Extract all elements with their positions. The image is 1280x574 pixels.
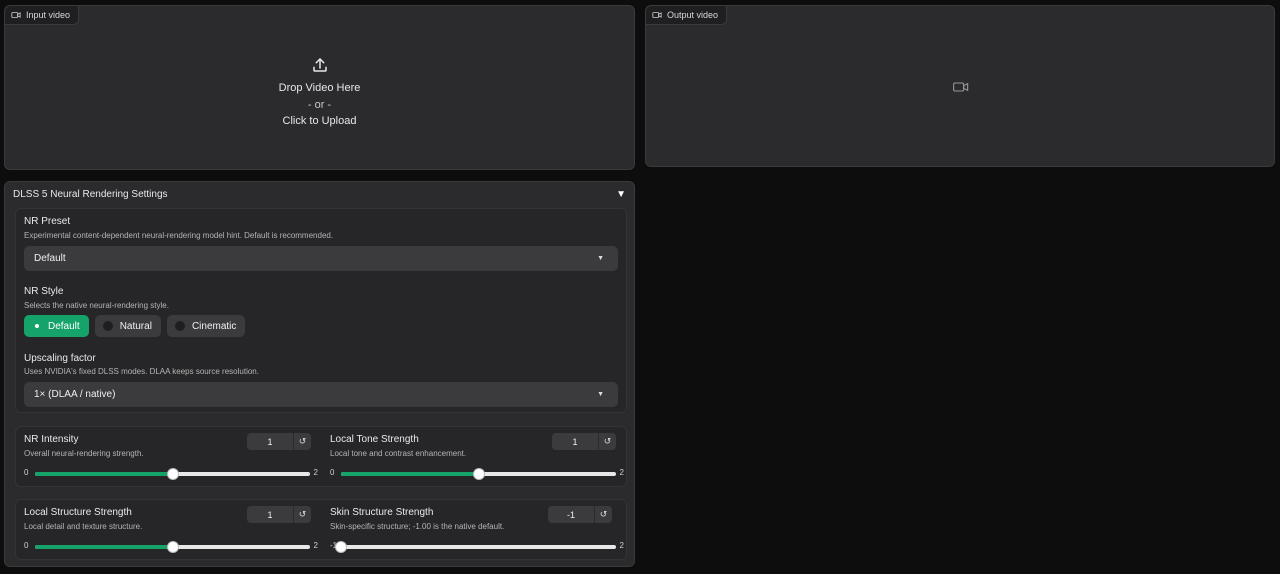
slider-number-input[interactable]: 1 ↺ [552, 433, 616, 450]
slider-info: Skin-specific structure; -1.00 is the na… [330, 522, 505, 531]
skin-structure-strength-slider: Skin Structure Strength Skin-specific st… [322, 500, 627, 560]
slider-track[interactable] [341, 468, 616, 480]
input-video-tag: Input video [5, 6, 80, 25]
slider-min: 0 [24, 541, 29, 550]
slider-max: 2 [619, 468, 624, 477]
slider-number-input[interactable]: -1 ↺ [548, 506, 612, 523]
slider-row-2: Local Structure Strength Local detail an… [15, 499, 627, 560]
slider-min: 0 [330, 468, 335, 477]
video-camera-icon [652, 12, 662, 18]
upscaling-label: Upscaling factor [24, 353, 96, 364]
reset-icon[interactable]: ↺ [293, 506, 311, 523]
video-camera-icon [11, 12, 21, 18]
radio-dot-icon [174, 321, 185, 331]
reset-icon[interactable]: ↺ [598, 433, 616, 450]
slider-value: 1 [267, 509, 273, 520]
slider-max: 2 [313, 541, 318, 550]
upscaling-info: Uses NVIDIA's fixed DLSS modes. DLAA kee… [24, 367, 259, 376]
slider-value: -1 [566, 509, 575, 520]
settings-accordion: DLSS 5 Neural Rendering Settings ▼ NR Pr… [4, 181, 635, 567]
radio-dot-icon [102, 321, 113, 331]
drop-video-text: Drop Video Here [278, 82, 361, 94]
nr-preset-value: Default [34, 253, 66, 264]
slider-track[interactable] [35, 541, 310, 553]
nr-style-option-default[interactable]: Default [24, 315, 89, 337]
slider-info: Local tone and contrast enhancement. [330, 449, 467, 458]
slider-fill [35, 545, 173, 549]
output-video-tag: Output video [646, 6, 728, 25]
slider-range[interactable]: -1 2 [330, 540, 624, 554]
reset-icon[interactable]: ↺ [594, 506, 612, 523]
upload-dropzone[interactable]: Drop Video Here - or - Click to Upload [5, 56, 634, 130]
slider-info: Overall neural-rendering strength. [24, 449, 144, 458]
nr-preset-label: NR Preset [24, 216, 71, 227]
nr-style-option-cinematic[interactable]: Cinematic [166, 315, 246, 337]
output-video-tag-label: Output video [667, 10, 719, 20]
nr-preset-info: Experimental content-dependent neural-re… [24, 231, 334, 240]
slider-thumb[interactable] [335, 541, 347, 553]
or-separator: - or - [307, 98, 332, 111]
settings-accordion-header[interactable]: DLSS 5 Neural Rendering Settings ▼ [5, 182, 634, 207]
reset-icon[interactable]: ↺ [293, 433, 311, 450]
nr-style-option-label: Default [48, 320, 80, 332]
output-video-panel: Output video [645, 5, 1275, 167]
dropdown-caret-icon: ▼ [597, 391, 604, 398]
nr-style-option-natural[interactable]: Natural [94, 315, 161, 337]
video-placeholder-icon [953, 82, 969, 92]
slider-number-input[interactable]: 1 ↺ [247, 433, 311, 450]
slider-info: Local detail and texture structure. [24, 522, 143, 531]
input-video-tag-label: Input video [26, 10, 71, 20]
slider-label: Local Structure Strength [24, 507, 132, 518]
radio-dot-icon [35, 324, 39, 328]
slider-thumb[interactable] [472, 468, 485, 480]
upload-icon [312, 58, 327, 72]
dropdown-caret-icon: ▼ [597, 255, 604, 262]
nr-style-option-label: Cinematic [191, 320, 237, 332]
nr-style-radio-group: Default Natural Cinematic [24, 315, 246, 337]
slider-label: Skin Structure Strength [330, 507, 434, 518]
slider-thumb[interactable] [166, 468, 179, 480]
slider-label: Local Tone Strength [330, 434, 419, 445]
settings-form-group: NR Preset Experimental content-dependent… [15, 208, 627, 413]
slider-range[interactable]: 0 2 [330, 467, 624, 481]
nr-style-label: NR Style [24, 286, 64, 297]
upscaling-dropdown[interactable]: 1× (DLAA / native) ▼ [24, 382, 618, 407]
slider-label: NR Intensity [24, 434, 79, 445]
upscaling-value: 1× (DLAA / native) [34, 389, 116, 400]
nr-intensity-slider: NR Intensity Overall neural-rendering st… [16, 427, 321, 487]
slider-number-input[interactable]: 1 ↺ [247, 506, 311, 523]
click-to-upload-text: Click to Upload [282, 115, 357, 127]
nr-style-info: Selects the native neural-rendering styl… [24, 301, 169, 310]
settings-title: DLSS 5 Neural Rendering Settings [13, 189, 168, 200]
slider-max: 2 [313, 468, 318, 477]
slider-max: 2 [619, 541, 624, 550]
slider-row-1: NR Intensity Overall neural-rendering st… [15, 426, 627, 487]
input-video-panel[interactable]: Input video Drop Video Here - or - Click… [4, 5, 635, 170]
slider-value: 1 [267, 436, 273, 447]
slider-fill [35, 472, 173, 476]
slider-range[interactable]: 0 2 [24, 540, 318, 554]
local-structure-strength-slider: Local Structure Strength Local detail an… [16, 500, 321, 560]
nr-preset-dropdown[interactable]: Default ▼ [24, 246, 618, 271]
slider-value: 1 [572, 436, 578, 447]
local-tone-strength-slider: Local Tone Strength Local tone and contr… [322, 427, 627, 487]
slider-track[interactable] [35, 468, 310, 480]
slider-range[interactable]: 0 2 [24, 467, 318, 481]
nr-style-option-label: Natural [119, 320, 152, 332]
slider-min: 0 [24, 468, 29, 477]
slider-thumb[interactable] [166, 541, 179, 553]
slider-track[interactable] [335, 541, 616, 553]
collapse-triangle-icon[interactable]: ▼ [616, 189, 626, 200]
slider-fill [341, 472, 479, 476]
